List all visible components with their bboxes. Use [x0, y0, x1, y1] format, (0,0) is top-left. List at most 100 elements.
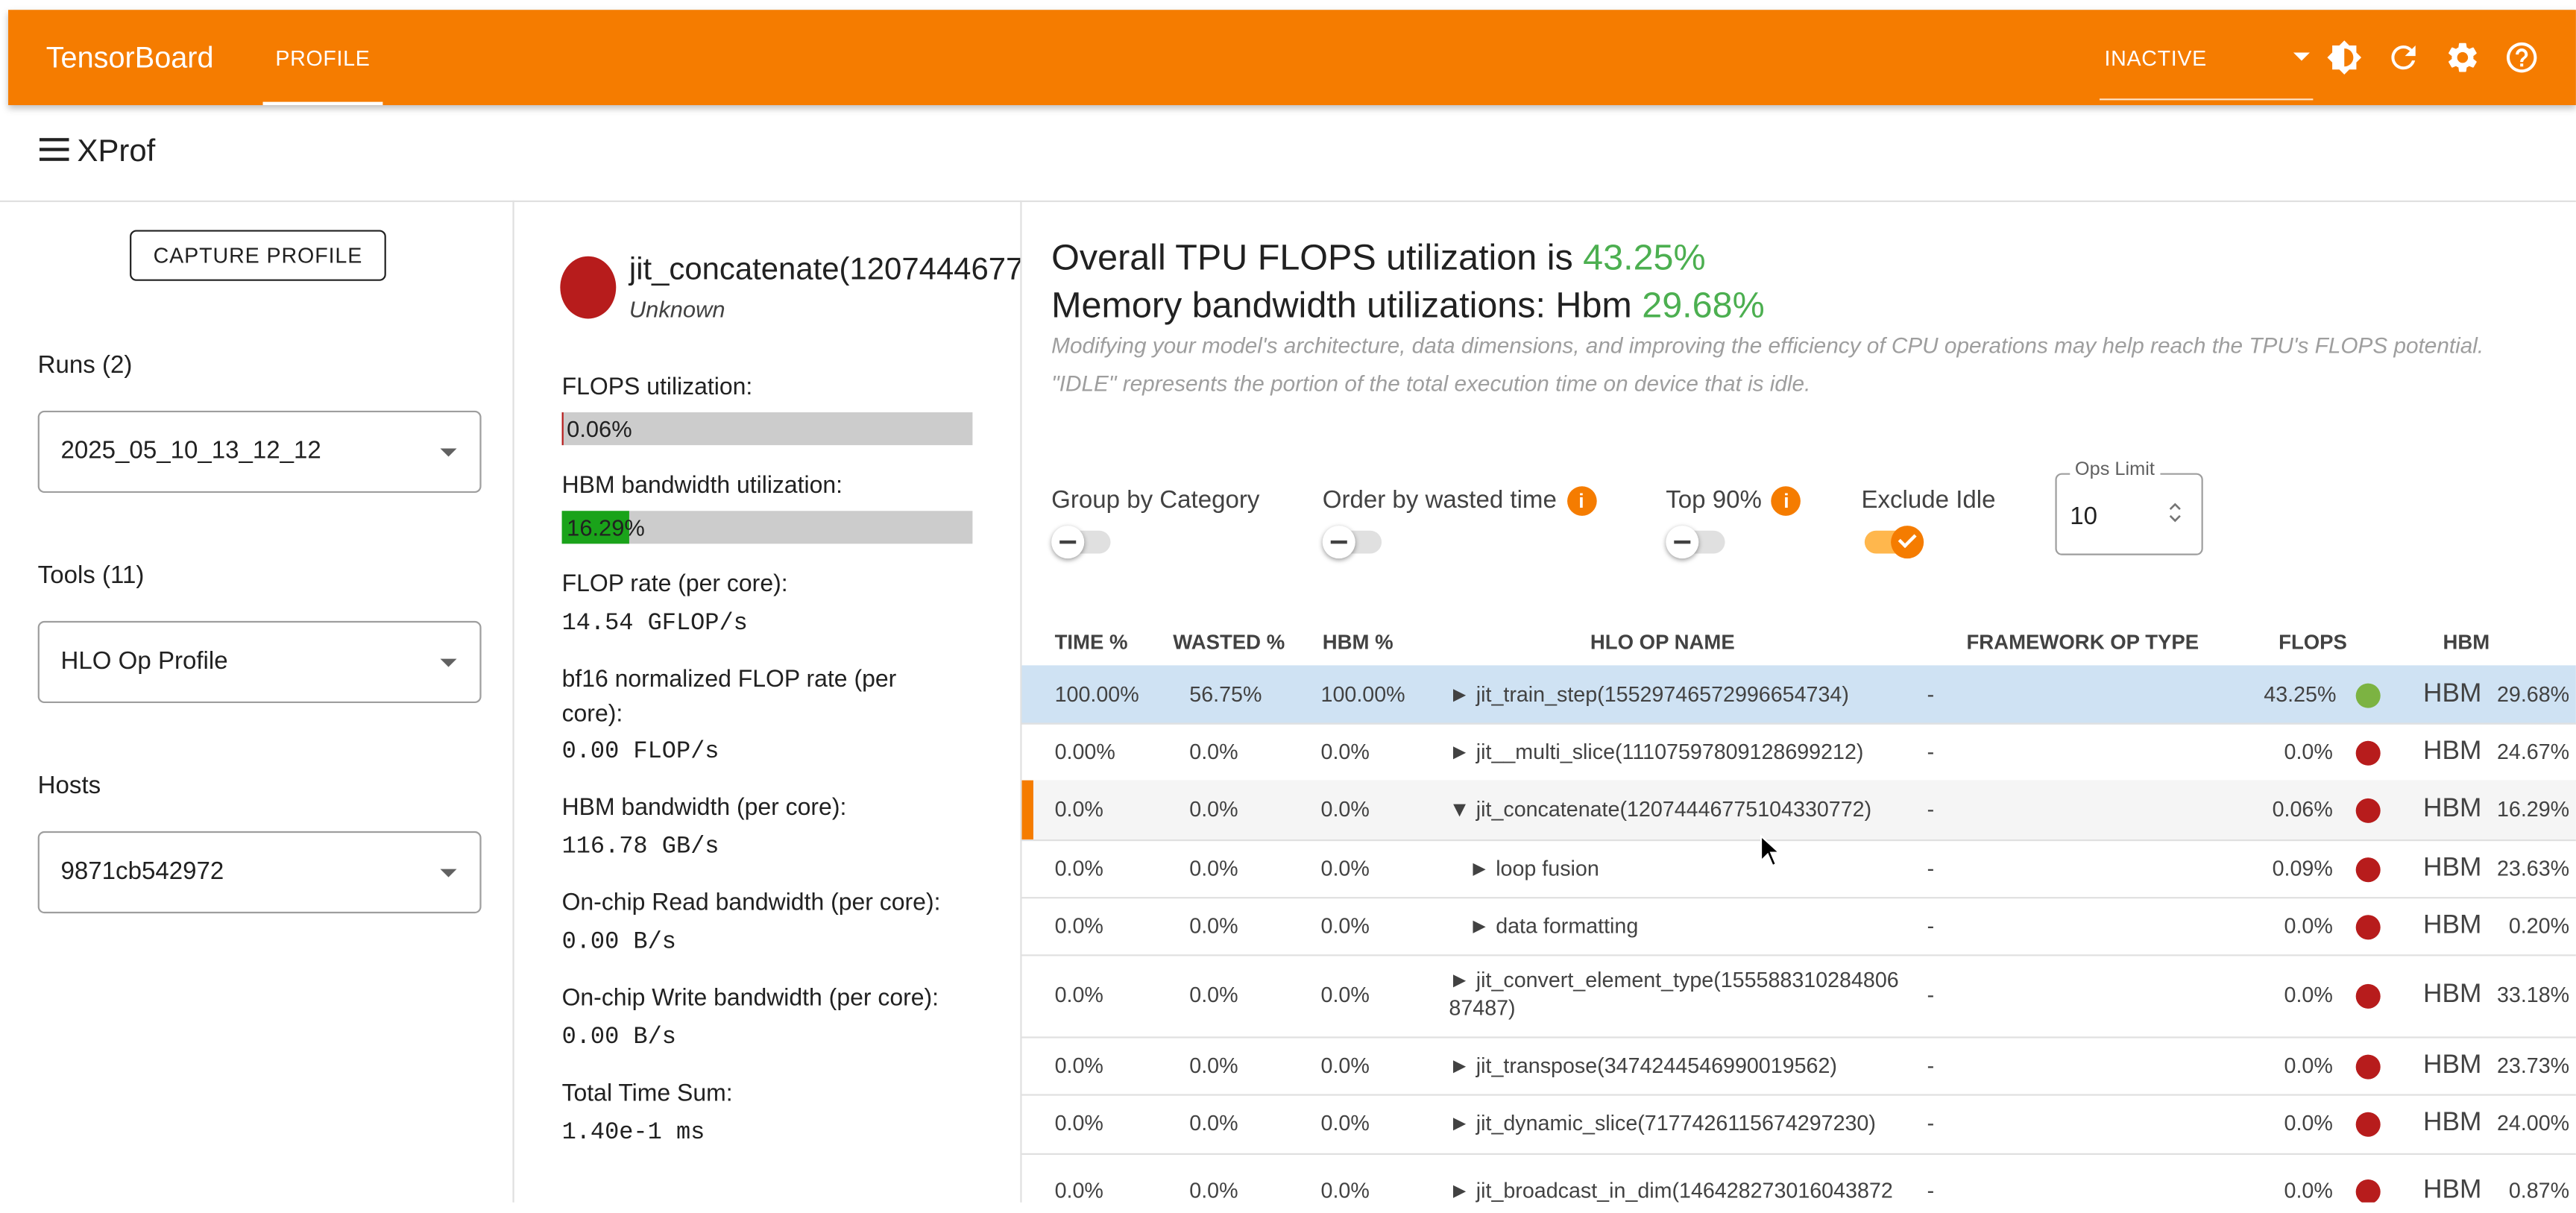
cell-hbm-pct: 0.0%	[1320, 855, 1370, 881]
cell-hbm-label: HBM	[2423, 737, 2482, 766]
onchip-read-label: On-chip Read bandwidth (per core):	[561, 890, 941, 917]
cell-framework-op-type: -	[1927, 1177, 1935, 1203]
op-name-text: jit_transpose(3474244546990019562)	[1476, 1053, 1837, 1078]
toggle-knob	[1051, 526, 1085, 559]
col-header-hbm-pct[interactable]: HBM %	[1323, 631, 1394, 654]
hosts-select[interactable]: 9871cb542972	[37, 831, 482, 914]
col-header-wasted[interactable]: WASTED %	[1173, 631, 1285, 654]
cell-op-name[interactable]: ► data formatting	[1469, 913, 1638, 938]
stepper-icon[interactable]	[2168, 501, 2182, 524]
cell-wasted: 0.0%	[1189, 855, 1238, 881]
settings-icon[interactable]	[2445, 40, 2481, 75]
info-icon[interactable]: i	[1772, 486, 1801, 516]
flop-rate-label: FLOP rate (per core):	[561, 571, 788, 599]
table-row[interactable]: 0.0% 0.0% 0.0% ► data formatting - 0.0% HBM 0.2…	[1021, 897, 2576, 957]
expand-arrow-icon[interactable]: ►	[1449, 1053, 1470, 1077]
cell-time: 0.00%	[1054, 739, 1115, 764]
cell-hbm-pct: 0.0%	[1320, 1177, 1370, 1203]
expand-arrow-icon[interactable]: ►	[1469, 913, 1490, 938]
hint-text-1: Modifying your model's architecture, dat…	[1051, 333, 2484, 359]
cell-wasted: 0.0%	[1189, 1053, 1238, 1078]
cell-time: 0.0%	[1054, 1177, 1103, 1203]
group-by-category-label: Group by Category	[1051, 486, 1260, 514]
exclude-idle-toggle[interactable]	[1864, 526, 1924, 559]
plugin-status-label: INACTIVE	[2104, 45, 2207, 71]
cell-hbm-util: 24.67%	[2496, 739, 2570, 764]
table-row[interactable]: 0.0% 0.0% 0.0% ► jit_broadcast_in_dim(14642…	[1022, 1153, 2576, 1203]
brightness-icon[interactable]	[2326, 40, 2362, 75]
cell-time: 0.0%	[1054, 796, 1103, 822]
group-by-category-toggle[interactable]	[1051, 526, 1111, 559]
brand-title[interactable]: TensorBoard	[46, 41, 214, 75]
flops-status-dot	[2355, 1112, 2381, 1137]
refresh-icon[interactable]	[2385, 40, 2421, 75]
help-icon[interactable]	[2504, 40, 2539, 75]
hbm-bw-value: 116.78 GB/s	[561, 834, 719, 861]
expand-arrow-icon[interactable]: ►	[1449, 968, 1470, 992]
cell-op-name[interactable]: ► jit_convert_element_type(1555883102848…	[1449, 966, 1925, 1022]
cell-hbm-util: 33.18%	[2496, 982, 2570, 1007]
cell-flops: 0.0%	[2284, 913, 2333, 939]
cell-framework-op-type: -	[1927, 739, 1935, 764]
tools-select[interactable]: HLO Op Profile	[37, 620, 482, 704]
cell-flops: 0.06%	[2272, 796, 2333, 822]
table-row[interactable]: 0.0% 0.0% 0.0% ► loop fusion - 0.09% HBM 23.63%	[1021, 839, 2576, 899]
exclude-idle-label: Exclude Idle	[1861, 486, 1996, 514]
cell-wasted: 0.0%	[1189, 796, 1238, 822]
op-name-line2: 87487)	[1449, 995, 1516, 1021]
cell-op-name[interactable]: ► loop fusion	[1469, 856, 1599, 880]
hbm-util-value: 16.29%	[567, 514, 645, 541]
col-header-hlo-op-name[interactable]: HLO OP NAME	[1590, 631, 1735, 654]
cell-op-name[interactable]: ▼ jit_concatenate(12074446775104330772)	[1449, 797, 1871, 822]
cell-time: 0.0%	[1054, 982, 1103, 1007]
expand-arrow-icon[interactable]: ▼	[1449, 797, 1470, 822]
table-row[interactable]: 0.0% 0.0% 0.0% ► jit_convert_element_type(1…	[1021, 954, 2576, 1039]
total-time-value: 1.40e-1 ms	[561, 1120, 705, 1147]
expand-arrow-icon[interactable]: ►	[1449, 681, 1470, 706]
table-row[interactable]: 0.0% 0.0% 0.0% ► jit_dynamic_slice(71774261…	[1021, 1094, 2576, 1155]
plugin-status-select[interactable]: INACTIVE	[2099, 33, 2314, 101]
expand-arrow-icon[interactable]: ►	[1469, 856, 1490, 880]
cell-hbm-label: HBM	[2423, 1176, 2482, 1203]
expand-arrow-icon[interactable]: ►	[1449, 740, 1470, 764]
expand-arrow-icon[interactable]: ►	[1449, 1110, 1470, 1135]
col-header-flops[interactable]: FLOPS	[2279, 631, 2347, 654]
cell-framework-op-type: -	[1927, 982, 1935, 1007]
page-title: XProf	[77, 134, 156, 169]
expand-arrow-icon[interactable]: ►	[1449, 1178, 1470, 1203]
cell-framework-op-type: -	[1927, 796, 1935, 822]
flops-status-dot	[2355, 915, 2381, 940]
onchip-read-value: 0.00 B/s	[561, 930, 676, 957]
info-icon[interactable]: i	[1566, 486, 1596, 516]
col-header-hbm[interactable]: HBM	[2443, 631, 2490, 654]
capture-profile-button[interactable]: CAPTURE PROFILE	[130, 230, 386, 281]
cell-op-name[interactable]: ► jit__multi_slice(11107597809128699212)	[1449, 740, 1863, 764]
col-header-time[interactable]: TIME %	[1055, 631, 1128, 654]
table-row[interactable]: 0.0% 0.0% 0.0% ► jit_transpose(347424454699…	[1021, 1036, 2576, 1096]
menu-icon[interactable]	[39, 138, 69, 161]
bf16-rate-label-line1: bf16 normalized FLOP rate (per	[561, 667, 897, 693]
cell-wasted: 0.0%	[1189, 1110, 1238, 1135]
table-row[interactable]: 0.0% 0.0% 0.0% ▼ jit_concatenate(1207444677…	[1021, 780, 2576, 842]
cell-op-name[interactable]: ► jit_broadcast_in_dim(14642827301604387…	[1449, 1178, 1892, 1203]
table-row[interactable]: 0.00% 0.0% 0.0% ► jit__multi_slice(11107597…	[1021, 722, 2576, 782]
ops-limit-value: 10	[2070, 502, 2098, 531]
op-name-text: data formatting	[1496, 913, 1639, 939]
table-row[interactable]: 100.00% 56.75% 100.00% ► jit_train_step(155…	[1021, 665, 2576, 725]
cell-hbm-label: HBM	[2423, 980, 2482, 1009]
cell-hbm-pct: 0.0%	[1320, 913, 1370, 939]
cell-framework-op-type: -	[1927, 855, 1935, 881]
cell-hbm-pct: 0.0%	[1320, 796, 1370, 822]
cell-hbm-label: HBM	[2423, 854, 2482, 883]
top90-toggle[interactable]	[1666, 526, 1725, 559]
cell-time: 0.0%	[1054, 855, 1103, 881]
ops-limit-field[interactable]: Ops Limit 10	[2055, 459, 2203, 555]
cell-op-name[interactable]: ► jit_dynamic_slice(7177426115674297230)	[1449, 1110, 1876, 1135]
col-header-framework-op-type[interactable]: FRAMEWORK OP TYPE	[1966, 631, 2199, 654]
tab-profile[interactable]: PROFILE	[262, 10, 383, 106]
order-by-wasted-toggle[interactable]	[1322, 526, 1382, 559]
cell-op-name[interactable]: ► jit_train_step(15529746572996654734)	[1449, 681, 1848, 706]
cell-flops: 0.0%	[2284, 1110, 2333, 1135]
runs-select[interactable]: 2025_05_10_13_12_12	[37, 410, 482, 494]
cell-op-name[interactable]: ► jit_transpose(3474244546990019562)	[1449, 1053, 1837, 1077]
